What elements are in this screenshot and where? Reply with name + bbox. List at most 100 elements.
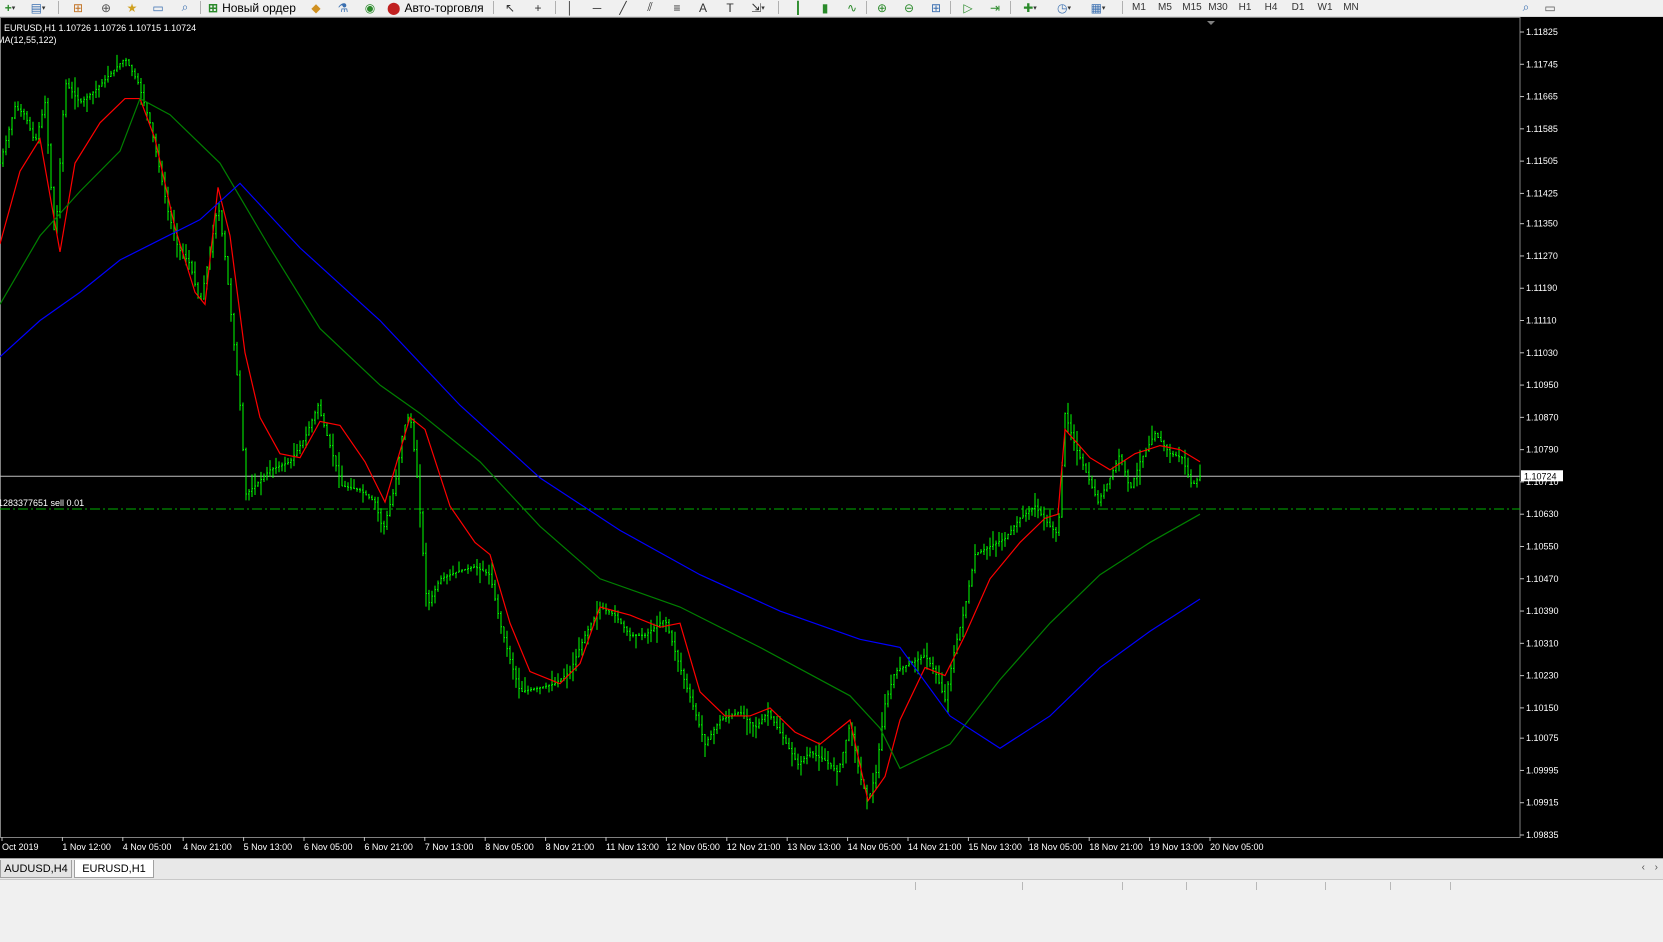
price-bar [896, 667, 898, 679]
price-bar [314, 410, 316, 425]
trendline-icon[interactable]: ╱ [613, 0, 633, 15]
price-bar [581, 638, 583, 656]
price-bar [713, 726, 715, 745]
crosshair-icon[interactable]: + [528, 0, 548, 15]
price-bar [1196, 477, 1198, 488]
price-bar [707, 736, 709, 747]
arrows-icon[interactable]: ⇲ ▾ [748, 0, 768, 15]
price-chart[interactable]: 1.11825 1.11745 1.11665 1.11585 1.11505 1.114… [0, 17, 1663, 858]
zoom-in-icon[interactable]: ⊕ [872, 0, 892, 15]
candlestick-icon[interactable]: ▮ [815, 0, 835, 15]
price-bar [257, 481, 259, 487]
autoscroll-icon[interactable]: ▷ [958, 0, 978, 15]
timeframe-h4-button[interactable]: H4 [1259, 0, 1283, 15]
tab-scroll-right-icon[interactable]: › [1655, 862, 1658, 873]
timeframe-w1-button[interactable]: W1 [1313, 0, 1337, 15]
vertical-line-icon[interactable]: │ [560, 0, 580, 15]
price-bar [329, 433, 331, 449]
price-bar [95, 80, 97, 98]
price-bar [968, 580, 970, 604]
tab-audusd-h4[interactable]: AUDUSD,H4 [0, 860, 72, 878]
timeframe-m1-button[interactable]: M1 [1127, 0, 1151, 15]
navigator-icon[interactable]: ★ [122, 0, 142, 15]
horizontal-line-icon[interactable]: ─ [587, 0, 607, 15]
timeframe-h1-button[interactable]: H1 [1233, 0, 1257, 15]
timeframe-m30-button[interactable]: M30 [1206, 0, 1230, 15]
bar-chart-icon[interactable]: ┃ [788, 0, 808, 15]
text-icon[interactable]: A [693, 0, 713, 15]
autotrading-button[interactable]: ⬤ Авто-торговля [387, 0, 484, 15]
signals-icon[interactable]: ⚗ [333, 0, 353, 15]
templates-icon[interactable]: ▦ ▾ [1088, 0, 1108, 15]
price-bar [1181, 456, 1183, 465]
price-bar [332, 433, 334, 467]
price-bar [542, 686, 544, 689]
y-tick-label: 1.10150 [1526, 703, 1559, 713]
text-label-icon[interactable]: T [720, 0, 740, 15]
market-icon[interactable]: ◉ [360, 0, 380, 15]
new-chart-icon[interactable]: + ▾ [0, 0, 20, 15]
toolbar-separator [866, 1, 867, 14]
price-bar [944, 684, 946, 703]
cursor-icon[interactable]: ↖ [500, 0, 520, 15]
timeframe-m15-button[interactable]: M15 [1180, 0, 1204, 15]
chart-shift-icon[interactable]: ⇥ [985, 0, 1005, 15]
price-bar [1049, 509, 1051, 528]
status-field [1390, 882, 1450, 890]
price-bar [467, 564, 469, 574]
price-bar [488, 564, 490, 585]
profiles-icon[interactable]: ▤ ▾ [28, 0, 48, 15]
search-icon[interactable]: ⌕ [1516, 0, 1536, 15]
price-bar [101, 79, 103, 87]
price-bar [647, 628, 649, 644]
price-bar [425, 542, 427, 607]
market-watch-icon[interactable]: ⊞ [68, 0, 88, 15]
price-bar [473, 564, 475, 569]
data-window-icon[interactable]: ⊕ [96, 0, 116, 15]
price-bar [1001, 532, 1003, 551]
timeframe-mn-button[interactable]: MN [1339, 0, 1363, 15]
price-bar [35, 133, 37, 141]
indicators-icon[interactable]: ✚ ▾ [1020, 0, 1040, 15]
x-tick-label: 12 Nov 05:00 [666, 842, 720, 852]
equidistant-channel-icon[interactable]: ⫽ [640, 0, 660, 15]
price-bar [632, 632, 634, 638]
tester-icon[interactable]: ⌕ [175, 0, 195, 15]
price-bar [629, 627, 631, 642]
terminal-icon[interactable]: ▭ [148, 0, 168, 15]
price-bar [239, 370, 241, 411]
price-bar [1136, 462, 1138, 487]
periods-icon[interactable]: ◷ ▾ [1054, 0, 1074, 15]
price-bar [638, 632, 640, 636]
timeframe-m5-button[interactable]: M5 [1153, 0, 1177, 15]
timeframe-d1-button[interactable]: D1 [1286, 0, 1310, 15]
price-bar [827, 751, 829, 770]
price-bar [899, 656, 901, 672]
price-bar [68, 78, 70, 89]
price-bar [1103, 484, 1105, 499]
tile-windows-icon[interactable]: ⊞ [926, 0, 946, 15]
price-bar [1187, 457, 1189, 478]
metaeditor-icon[interactable]: ◆ [306, 0, 326, 15]
price-bar [74, 77, 76, 110]
price-bar [1073, 424, 1075, 451]
price-bar [788, 737, 790, 750]
line-chart-icon[interactable]: ∿ [842, 0, 862, 15]
chat-icon[interactable]: ▭ [1540, 0, 1560, 15]
price-bars [0, 54, 1201, 810]
price-bar [614, 605, 616, 623]
new-order-button[interactable]: ⊞ Новый ордер [208, 0, 296, 15]
price-bar [1025, 509, 1027, 522]
price-bar [1154, 430, 1156, 442]
price-bar [1034, 492, 1036, 517]
tab-scroll-left-icon[interactable]: ‹ [1642, 862, 1645, 873]
tab-eurusd-h1[interactable]: EURUSD,H1 [74, 860, 154, 878]
chart-window[interactable]: 1.11825 1.11745 1.11665 1.11585 1.11505 1.114… [0, 17, 1663, 858]
zoom-out-icon[interactable]: ⊖ [899, 0, 919, 15]
fibonacci-icon[interactable]: ≡ [667, 0, 687, 15]
price-bar [104, 75, 106, 88]
chart-header: EURUSD,H1 1.10726 1.10726 1.10715 1.1072… [4, 23, 197, 33]
price-bar [995, 540, 997, 557]
price-bar [902, 665, 904, 675]
price-bar [980, 549, 982, 554]
